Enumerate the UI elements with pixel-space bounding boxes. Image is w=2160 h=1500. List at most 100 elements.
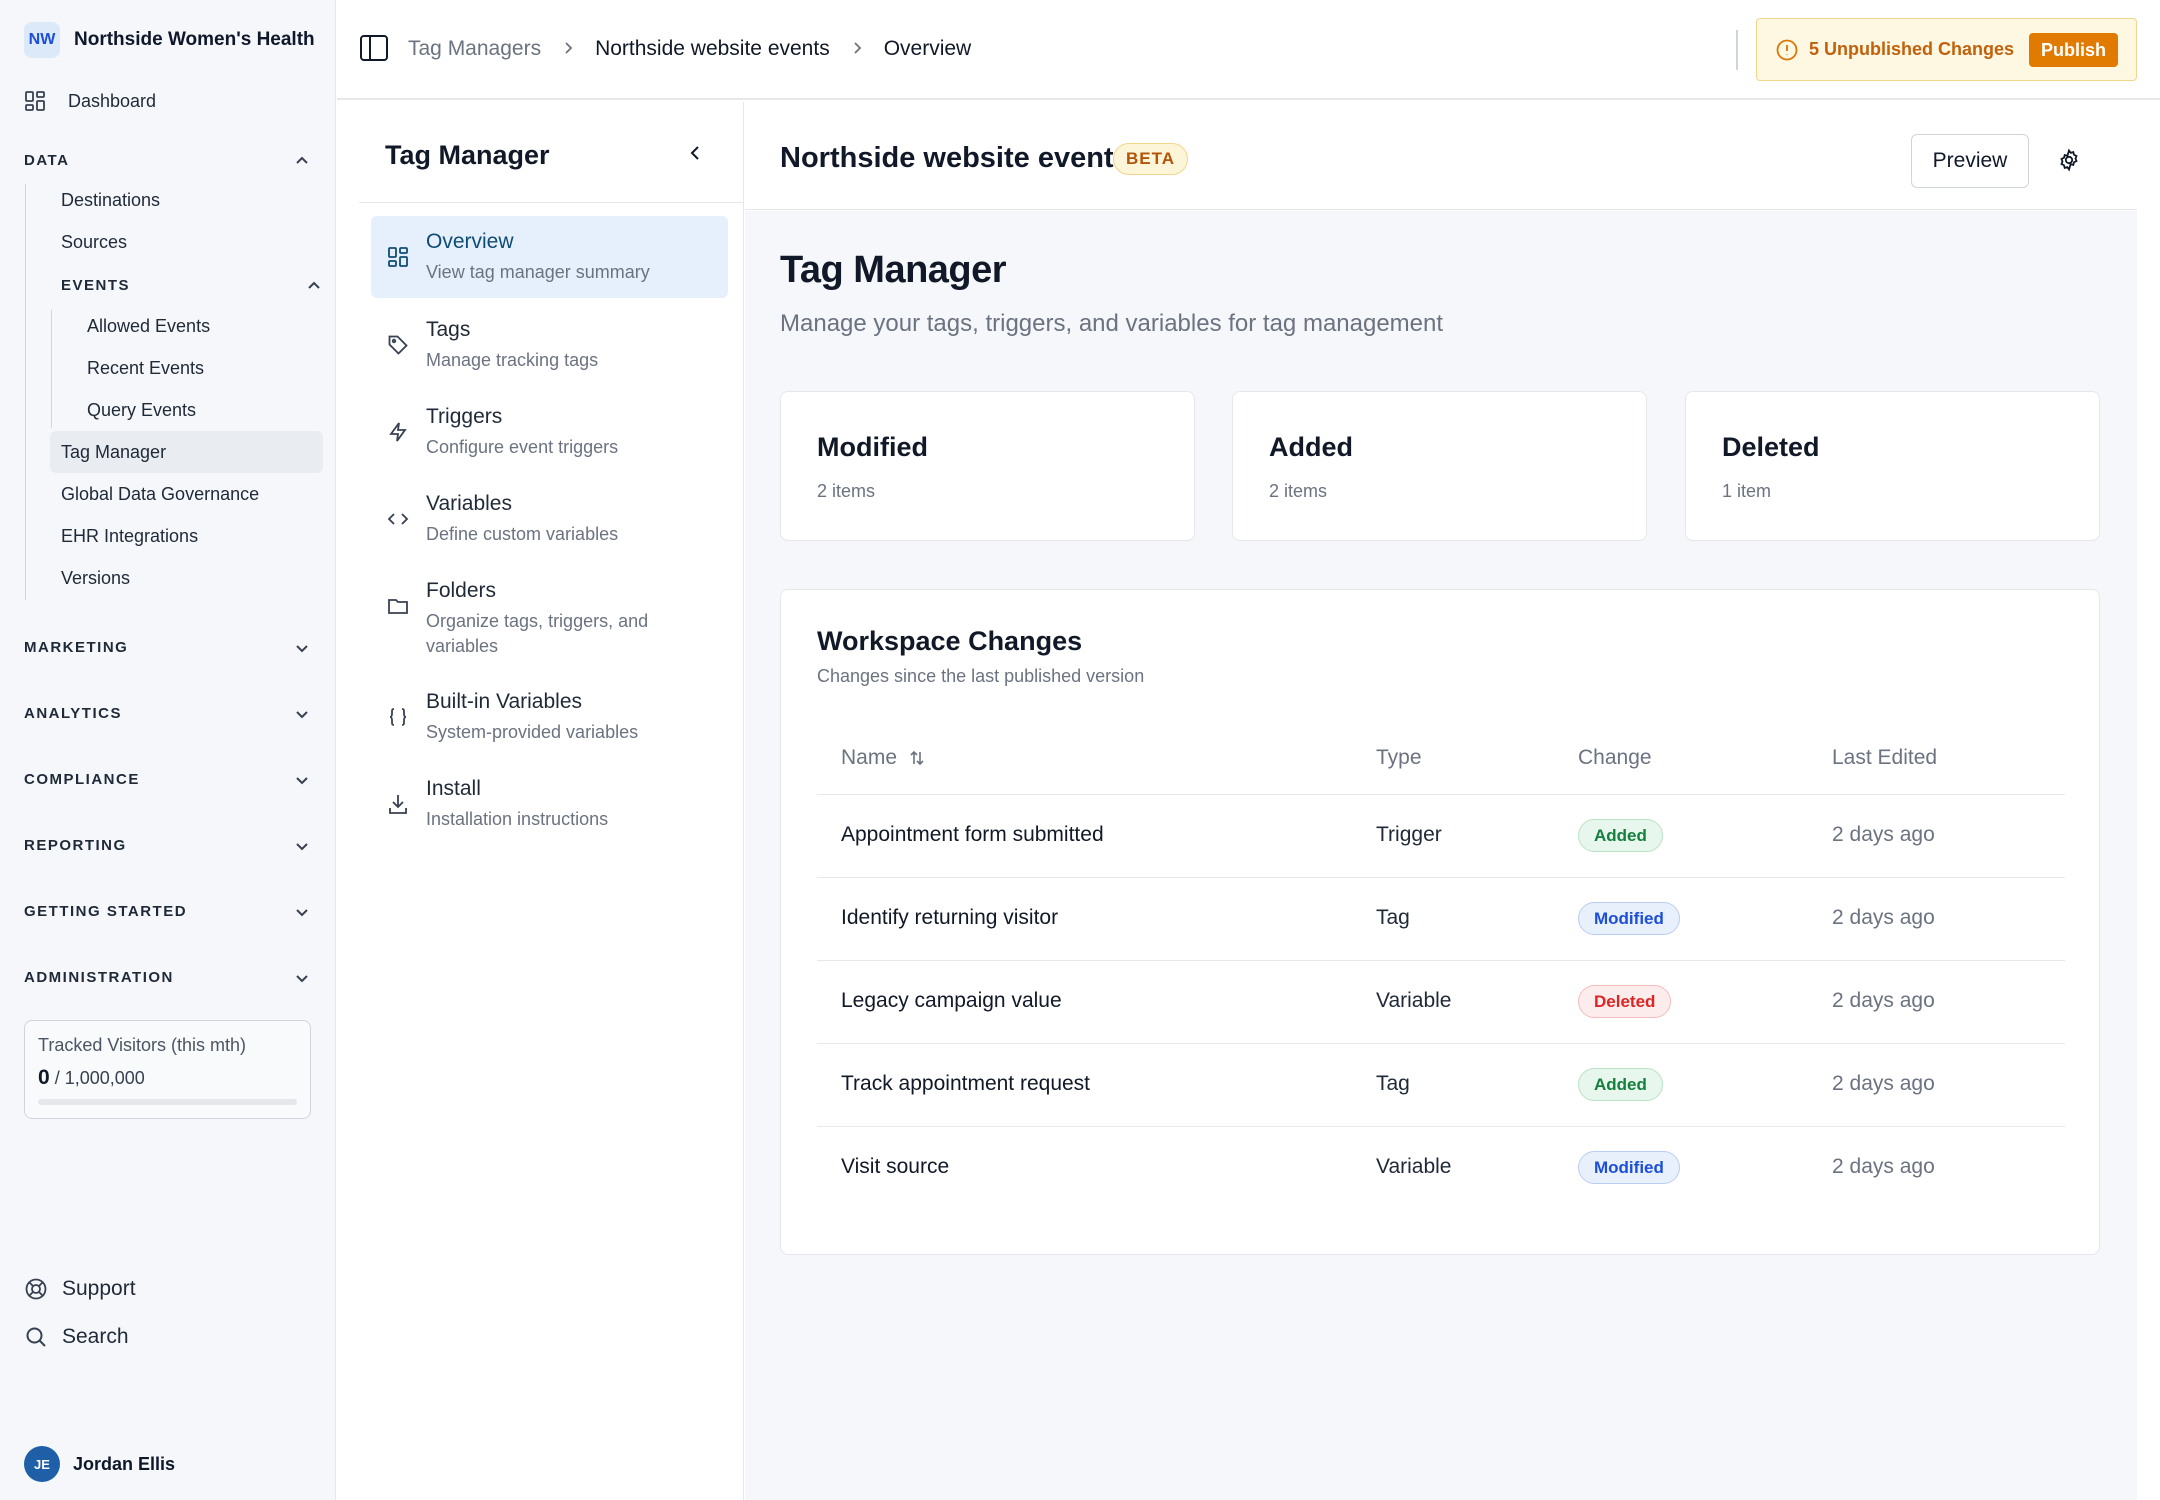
org-switcher[interactable]: NW Northside Women's Health [24,22,315,58]
unpublished-changes-banner: 5 Unpublished Changes Publish [1756,18,2137,81]
section-label: COMPLIANCE [24,771,140,788]
app-sidebar: NW Northside Women's Health Dashboard DA… [0,0,336,1500]
search-link[interactable]: Search [24,1325,129,1349]
divider [359,202,744,203]
chevron-left-icon[interactable] [687,144,705,162]
main-content: Tag Manager Manage your tags, triggers, … [745,211,2137,1500]
chevron-up-icon [306,278,322,294]
chevron-down-icon [294,772,310,788]
cell-type: Variable [1376,1155,1452,1178]
page-subtitle: Manage your tags, triggers, and variable… [780,310,1444,337]
status-badge: Added [1578,819,1663,852]
tm-nav-install[interactable]: Install Installation instructions [371,763,728,846]
sort-icon [909,749,925,767]
stat-title: Added [1269,432,1353,462]
section-reporting-toggle[interactable]: REPORTING [24,837,310,854]
table-row[interactable]: Visit source Variable Modified 2 days ag… [817,1126,2065,1209]
card-subtitle: Changes since the last published version [817,666,1145,686]
page-title: Tag Manager [780,249,1007,291]
cell-last-edited: 2 days ago [1832,1155,1935,1178]
alert-circle-icon [1775,38,1799,62]
breadcrumb: Tag Managers Northside website events Ov… [408,37,971,61]
tm-nav-title: Tags [426,318,471,341]
sidebar-item-tag-manager[interactable]: Tag Manager [50,431,323,473]
section-data-toggle[interactable]: DATA [24,152,310,169]
sidebar-item-global-data-governance[interactable]: Global Data Governance [61,484,259,505]
user-name: Jordan Ellis [73,1453,176,1474]
chevron-down-icon [294,640,310,656]
tag-manager-panel: Tag Manager Overview View tag manager su… [337,102,744,1500]
cell-last-edited: 2 days ago [1832,1072,1935,1095]
usage-progress-bar [38,1099,297,1105]
folder-icon [387,595,409,617]
usage-label: Tracked Visitors (this mth) [38,1035,247,1055]
grid-icon [387,246,409,268]
section-label: ADMINISTRATION [24,969,174,986]
sidebar-item-allowed-events[interactable]: Allowed Events [87,316,210,337]
sidebar-toggle-icon[interactable] [359,33,389,63]
breadcrumb-tag-managers[interactable]: Tag Managers [408,37,541,61]
tm-nav-variables[interactable]: Variables Define custom variables [371,478,728,561]
tag-icon [387,334,409,356]
breadcrumb-container[interactable]: Northside website events [595,37,830,61]
tm-nav-tags[interactable]: Tags Manage tracking tags [371,304,728,387]
section-label: GETTING STARTED [24,903,188,920]
breadcrumb-current: Overview [883,37,972,60]
status-badge: Added [1578,1068,1663,1101]
sidebar-item-ehr-integrations[interactable]: EHR Integrations [61,526,198,547]
tm-nav-folders[interactable]: Folders Organize tags, triggers, and var… [371,565,728,673]
divider [1736,30,1738,70]
cell-last-edited: 2 days ago [1832,989,1935,1012]
table-row[interactable]: Legacy campaign value Variable Deleted 2… [817,960,2065,1043]
section-marketing-toggle[interactable]: MARKETING [24,639,310,656]
top-header: Tag Managers Northside website events Ov… [337,0,2160,100]
usage-limit: / 1,000,000 [54,1068,145,1088]
section-compliance-toggle[interactable]: COMPLIANCE [24,771,310,788]
sidebar-item-versions[interactable]: Versions [61,568,130,589]
org-name: Northside Women's Health [74,29,315,50]
cell-type: Trigger [1376,823,1442,846]
unpublished-changes-label[interactable]: 5 Unpublished Changes [1809,39,2014,60]
column-header-name[interactable]: Name [841,746,925,770]
stat-title: Modified [817,432,928,462]
sidebar-item-sources[interactable]: Sources [61,232,127,253]
table-row[interactable]: Appointment form submitted Trigger Added… [817,794,2065,877]
section-label: EVENTS [61,277,131,294]
publish-button[interactable]: Publish [2028,33,2118,67]
column-header-type: Type [1376,746,1422,769]
section-administration-toggle[interactable]: ADMINISTRATION [24,969,310,986]
section-getting-started-toggle[interactable]: GETTING STARTED [24,903,310,920]
tm-nav-built-in-variables[interactable]: Built-in Variables System-provided varia… [371,676,728,759]
tm-nav-title: Built-in Variables [426,690,583,713]
tm-nav-subtitle: System-provided variables [426,722,639,742]
section-analytics-toggle[interactable]: ANALYTICS [24,705,310,722]
main-header: Northside website events BETA Preview [745,102,2137,210]
tm-nav-triggers[interactable]: Triggers Configure event triggers [371,391,728,474]
panel-title: Tag Manager [385,140,550,170]
table-row[interactable]: Track appointment request Tag Added 2 da… [817,1043,2065,1126]
cell-type: Tag [1376,906,1410,929]
code-icon [387,508,409,530]
gear-icon[interactable] [2057,148,2081,172]
tm-nav-subtitle: Installation instructions [426,809,609,829]
sidebar-item-query-events[interactable]: Query Events [87,400,196,421]
table-row[interactable]: Identify returning visitor Tag Modified … [817,877,2065,960]
support-link[interactable]: Support [24,1277,136,1301]
card-title: Workspace Changes [817,626,1083,656]
container-title: Northside website events [780,142,1130,174]
section-events-toggle[interactable]: EVENTS [61,277,322,294]
tm-nav-overview[interactable]: Overview View tag manager summary [371,216,728,298]
usage-count: 0 [38,1066,50,1089]
sidebar-item-dashboard[interactable]: Dashboard [24,90,156,112]
stat-count: 2 items [1269,481,1328,501]
preview-button[interactable]: Preview [1911,134,2029,188]
cell-name: Track appointment request [841,1072,1091,1095]
sidebar-item-destinations[interactable]: Destinations [61,190,160,211]
tm-nav-subtitle: Define custom variables [426,524,619,544]
tree-line [25,184,26,600]
tm-nav-subtitle: Manage tracking tags [426,350,599,370]
sidebar-item-recent-events[interactable]: Recent Events [87,358,204,379]
status-badge: Modified [1578,902,1680,935]
user-menu[interactable]: JE Jordan Ellis [24,1446,175,1482]
tm-nav-subtitle: Organize tags, triggers, and variables [426,611,649,656]
